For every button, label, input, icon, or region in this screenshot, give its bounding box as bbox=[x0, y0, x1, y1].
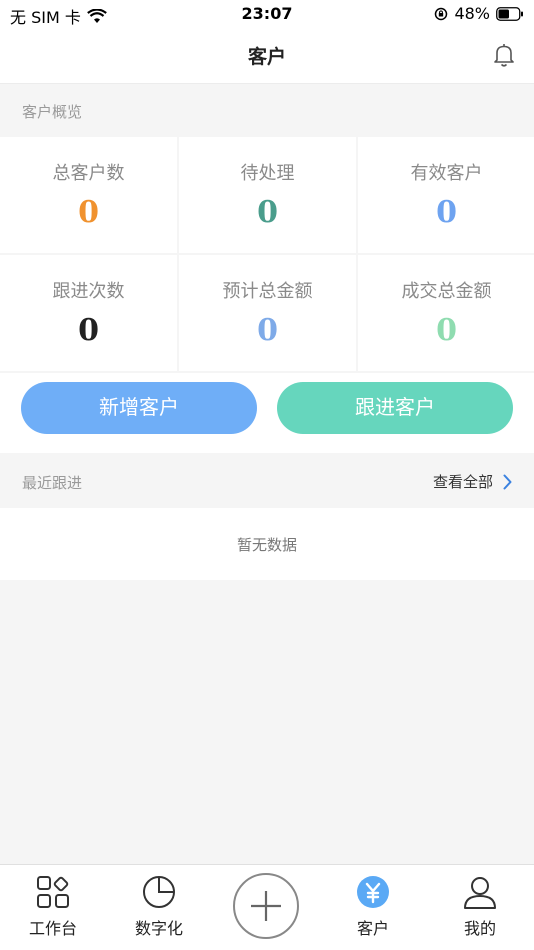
stat-total-customers[interactable]: 总客户数 0 bbox=[0, 137, 177, 253]
nav-bar: 客户 bbox=[0, 28, 534, 84]
tab-customer[interactable]: 客户 bbox=[320, 865, 426, 950]
plus-icon bbox=[251, 891, 281, 921]
recent-list: 暂无数据 bbox=[0, 508, 534, 580]
stat-value: 0 bbox=[257, 313, 278, 348]
see-all-link[interactable]: 查看全部 bbox=[433, 471, 512, 492]
bell-icon[interactable] bbox=[492, 42, 516, 68]
see-all-label: 查看全部 bbox=[432, 473, 493, 491]
stat-label: 总客户数 bbox=[52, 163, 125, 184]
follow-customer-button[interactable]: 跟进客户 bbox=[277, 382, 513, 434]
pie-icon bbox=[143, 876, 175, 908]
stat-value: 0 bbox=[78, 195, 99, 230]
empty-state: 暂无数据 bbox=[236, 536, 297, 554]
stat-pending[interactable]: 待处理 0 bbox=[179, 137, 356, 253]
stat-value: 0 bbox=[78, 313, 99, 348]
battery-percent: 48% bbox=[454, 4, 490, 23]
grid-icon bbox=[37, 876, 69, 908]
stat-expected-amount[interactable]: 预计总金额 0 bbox=[179, 255, 356, 371]
tab-mine[interactable]: 我的 bbox=[427, 865, 533, 950]
status-bar: 无 SIM 卡 23:07 48% bbox=[0, 0, 534, 28]
orientation-lock-icon bbox=[435, 7, 448, 20]
tab-workbench[interactable]: 工作台 bbox=[0, 865, 106, 950]
add-button[interactable] bbox=[233, 873, 299, 939]
stat-value: 0 bbox=[436, 313, 457, 348]
stat-label: 有效客户 bbox=[410, 163, 483, 184]
battery-info: 48% bbox=[428, 4, 524, 23]
stat-deal-amount[interactable]: 成交总金额 0 bbox=[358, 255, 534, 371]
stat-label: 预计总金额 bbox=[222, 281, 313, 302]
stat-follow-count[interactable]: 跟进次数 0 bbox=[0, 255, 177, 371]
tab-label: 客户 bbox=[356, 919, 389, 938]
page-title: 客户 bbox=[247, 46, 286, 68]
overview-header: 客户概览 bbox=[0, 84, 534, 136]
stat-label: 跟进次数 bbox=[52, 281, 125, 302]
tab-label: 数字化 bbox=[134, 919, 183, 938]
stat-label: 成交总金额 bbox=[401, 281, 492, 302]
tab-bar: 工作台 数字化 客户 我的 bbox=[0, 864, 534, 950]
stat-label: 待处理 bbox=[240, 163, 295, 184]
battery-icon bbox=[496, 6, 523, 21]
tab-label: 我的 bbox=[463, 919, 496, 938]
tab-digital[interactable]: 数字化 bbox=[106, 865, 212, 950]
stat-value: 0 bbox=[257, 195, 278, 230]
stat-value: 0 bbox=[436, 195, 457, 230]
recent-title: 最近跟进 bbox=[22, 474, 83, 492]
recent-header: 最近跟进 查看全部 bbox=[0, 455, 534, 508]
tab-label: 工作台 bbox=[28, 919, 77, 938]
user-icon bbox=[464, 877, 496, 909]
yuan-icon bbox=[357, 876, 389, 908]
overview-title: 客户概览 bbox=[22, 103, 83, 121]
chevron-right-icon bbox=[503, 474, 512, 489]
stats-grid: 总客户数 0 待处理 0 有效客户 0 跟进次数 0 预计总金额 0 成交总金额… bbox=[0, 137, 534, 373]
action-buttons: 新增客户 跟进客户 bbox=[0, 373, 534, 453]
stat-valid-customers[interactable]: 有效客户 0 bbox=[358, 137, 534, 253]
add-customer-button[interactable]: 新增客户 bbox=[21, 382, 257, 434]
